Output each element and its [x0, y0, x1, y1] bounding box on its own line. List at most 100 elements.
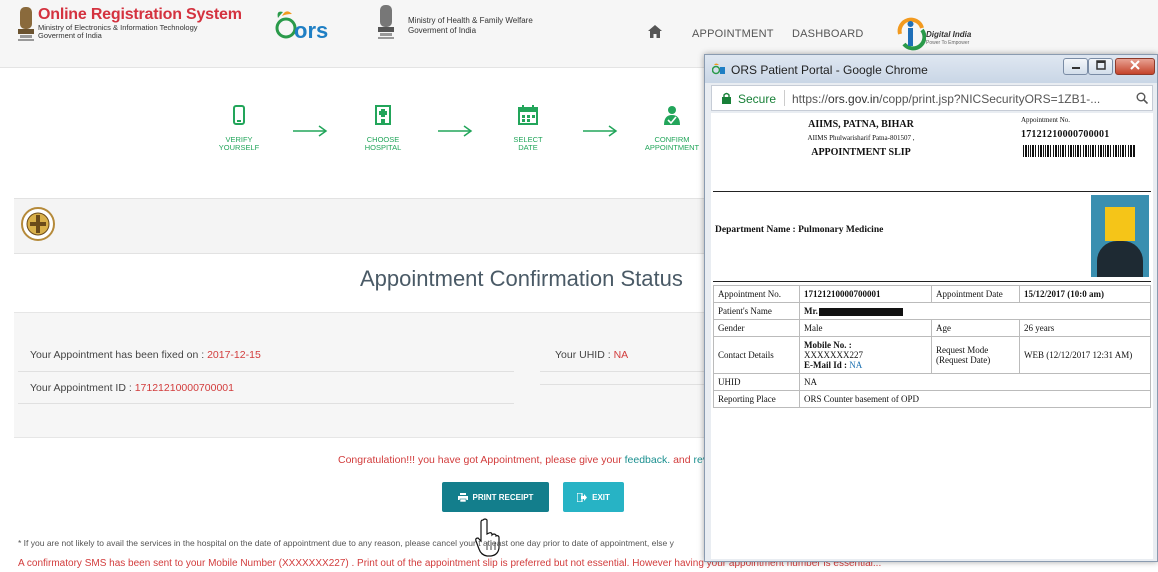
- ors-logo: ors: [274, 6, 336, 46]
- url-path: /copp/print.jsp?NICSecurityORS=1ZB1-...: [879, 92, 1101, 106]
- contact-email-label: E-Mail Id :: [804, 360, 850, 370]
- appointment-details-panel: [14, 312, 714, 438]
- zoom-icon[interactable]: [1136, 92, 1148, 104]
- table-cell-value: 15/12/2017 (10:0 am): [1019, 285, 1151, 303]
- brand-title: Online Registration System: [38, 6, 242, 23]
- slip-divider: [713, 191, 1151, 192]
- step-label: HOSPITAL: [364, 143, 402, 152]
- step-choose-hospital: CHOOSE HOSPITAL: [343, 104, 423, 152]
- url-divider: [784, 90, 785, 106]
- hospital-logo-strip: [14, 198, 714, 254]
- confirmation-title: Appointment Confirmation Status: [360, 266, 683, 291]
- table-cell-label: Appointment No.: [713, 285, 800, 303]
- appointment-date-line: Your Appointment has been fixed on : 201…: [30, 349, 261, 361]
- brand-block: Online Registration System Ministry of E…: [38, 6, 242, 40]
- maximize-icon: [1095, 60, 1106, 70]
- table-cell-label: Contact Details: [713, 336, 800, 374]
- appointment-id-value: 17121210000700001: [134, 382, 234, 394]
- url-host: ors.gov.in: [828, 92, 880, 106]
- slip-heading: APPOINTMENT SLIP: [811, 147, 911, 158]
- table-cell-value: Male: [799, 319, 932, 337]
- uhid-line: Your UHID : NA: [555, 349, 628, 361]
- redacted-patient-name: [818, 307, 903, 316]
- window-title: ORS Patient Portal - Google Chrome: [731, 63, 928, 77]
- calendar-icon: [518, 105, 538, 125]
- barcode-icon: [1023, 145, 1135, 157]
- exit-button[interactable]: EXIT: [563, 482, 624, 512]
- table-cell-value: 26 years: [1019, 319, 1151, 337]
- lock-icon: [722, 92, 731, 104]
- feedback-link[interactable]: feedback.: [625, 454, 671, 466]
- minimize-icon: [1071, 67, 1080, 69]
- exit-label: EXIT: [592, 492, 610, 502]
- table-row: Appointment No. 17121210000700001 Appoin…: [713, 285, 1151, 303]
- appointment-date-value: 2017-12-15: [207, 349, 261, 361]
- minimize-button[interactable]: [1063, 58, 1088, 75]
- user-check-icon: [664, 106, 680, 125]
- home-icon[interactable]: [648, 25, 662, 38]
- step-label: APPOINTMENT: [644, 143, 700, 152]
- address-bar[interactable]: Secure https://ors.gov.in/copp/print.jsp…: [711, 85, 1153, 111]
- congratulation-and: and: [670, 454, 694, 466]
- close-button[interactable]: [1115, 58, 1155, 75]
- secure-label: Secure: [738, 92, 777, 106]
- photo-redaction: [1105, 207, 1135, 241]
- print-receipt-label: PRINT RECEIPT: [472, 492, 534, 502]
- table-row: Gender Male Age 26 years: [713, 319, 1151, 337]
- mobile-icon: [233, 105, 245, 125]
- nav-appointment[interactable]: APPOINTMENT: [692, 28, 774, 40]
- nav-dashboard[interactable]: DASHBOARD: [792, 28, 863, 40]
- table-cell-value: ORS Counter basement of OPD: [799, 390, 1151, 408]
- table-cell-label: Gender: [713, 319, 800, 337]
- table-row: UHID NA: [713, 373, 1151, 391]
- arrow-right-icon: [438, 125, 473, 137]
- divider: [18, 371, 514, 372]
- print-icon: [457, 492, 468, 502]
- table-row: Contact Details Mobile No. : XXXXXXX227 …: [713, 336, 1151, 374]
- ministry-emblem-logo: [376, 3, 396, 43]
- window-titlebar[interactable]: ORS Patient Portal - Google Chrome: [705, 55, 1157, 83]
- table-cell-value: 17121210000700001: [799, 285, 932, 303]
- table-cell-value: WEB (12/12/2017 12:31 AM): [1019, 336, 1151, 374]
- brand-government: Goverment of India: [38, 31, 102, 40]
- step-label: YOURSELF: [218, 143, 260, 152]
- slip-department: Department Name : Pulmonary Medicine: [715, 225, 884, 235]
- contact-mobile-value: XXXXXXX227: [804, 350, 863, 360]
- print-receipt-button[interactable]: PRINT RECEIPT: [442, 482, 549, 512]
- ors-logo-text: ors: [294, 18, 328, 43]
- table-cell-label: Patient's Name: [713, 302, 800, 320]
- contact-email-value: NA: [849, 360, 863, 370]
- congratulation-message: Congratulation!!! you have got Appointme…: [338, 454, 710, 466]
- appointment-id-line: Your Appointment ID : 17121210000700001: [30, 382, 234, 394]
- table-cell-value: Mobile No. : XXXXXXX227 E-Mail Id : NA: [799, 336, 932, 374]
- ministry-government: Goverment of India: [408, 26, 477, 35]
- ministry-block: Ministry of Health & Family Welfare Gove…: [408, 16, 533, 36]
- exit-icon: [577, 492, 588, 502]
- congratulation-text: Congratulation!!! you have got Appointme…: [338, 454, 625, 466]
- hospital-logo: [20, 206, 56, 242]
- divider: [18, 403, 514, 404]
- table-cell-label: Reporting Place: [713, 390, 800, 408]
- hospital-icon: [375, 105, 391, 125]
- appointment-date-label: Your Appointment has been fixed on :: [30, 349, 208, 361]
- patient-photo: [1091, 195, 1149, 277]
- uhid-value: NA: [613, 349, 629, 361]
- ors-favicon-icon: [712, 63, 725, 75]
- appointment-id-label: Your Appointment ID :: [30, 382, 135, 394]
- url-text[interactable]: https://ors.gov.in/copp/print.jsp?NICSec…: [792, 92, 1124, 106]
- url-scheme: https://: [792, 92, 829, 106]
- maximize-button[interactable]: [1088, 58, 1113, 75]
- slip-hospital-name: AIIMS, PATNA, BIHAR: [808, 119, 914, 130]
- appointment-slip-page: AIIMS, PATNA, BIHAR AIIMS Phulwarisharif…: [711, 113, 1153, 559]
- table-row: Reporting Place ORS Counter basement of …: [713, 390, 1151, 408]
- divider: [540, 384, 710, 385]
- appointment-slip-table: Appointment No. 17121210000700001 Appoin…: [713, 285, 1151, 408]
- step-label: DATE: [518, 143, 538, 152]
- table-row: Patient's Name Mr.: [713, 302, 1151, 320]
- national-emblem-logo: [16, 5, 36, 45]
- slip-appointment-no-label: Appointment No.: [1021, 116, 1070, 124]
- table-cell-value: NA: [799, 373, 1151, 391]
- uhid-label: Your UHID :: [555, 349, 614, 361]
- chrome-popup-window: ORS Patient Portal - Google Chrome Secur…: [704, 54, 1158, 562]
- step-select-date: SELECT DATE: [488, 104, 568, 152]
